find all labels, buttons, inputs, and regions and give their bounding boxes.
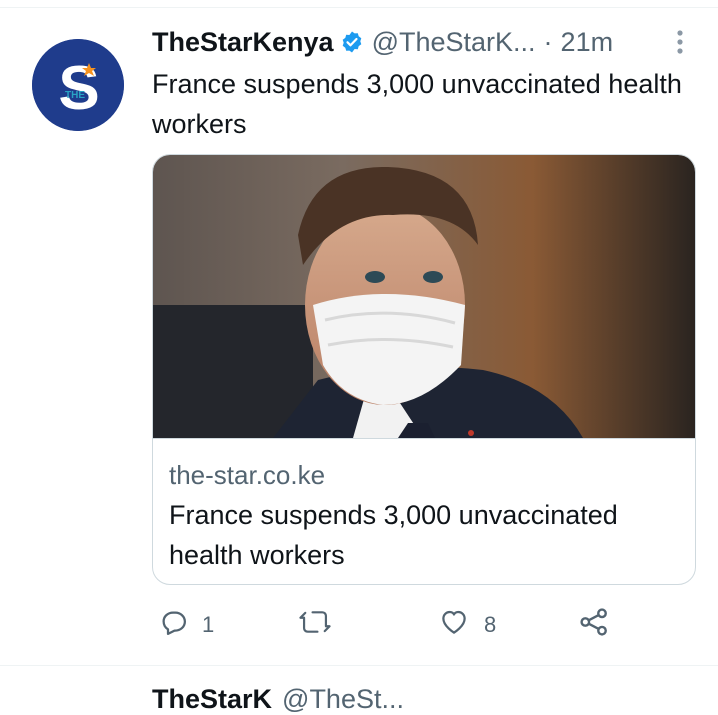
- retweet-button[interactable]: [298, 604, 346, 646]
- retweet-icon: [298, 607, 332, 643]
- share-button[interactable]: [578, 604, 610, 646]
- reply-button[interactable]: 1: [158, 604, 214, 646]
- avatar-letter: S: [58, 54, 99, 123]
- share-icon: [578, 606, 610, 644]
- tweet-divider: [0, 665, 718, 666]
- link-card[interactable]: the-star.co.ke France suspends 3,000 unv…: [152, 154, 696, 585]
- next-handle[interactable]: @TheSt...: [282, 684, 404, 714]
- avatar-small-text: THE: [65, 90, 85, 101]
- avatar-logo: S THE: [32, 39, 124, 131]
- verified-badge-icon: [340, 30, 364, 54]
- card-domain: the-star.co.ke: [169, 460, 326, 490]
- like-button[interactable]: 8: [438, 604, 496, 646]
- timestamp[interactable]: 21m: [561, 24, 614, 60]
- next-tweet-header[interactable]: TheStarK @TheSt...: [152, 684, 404, 715]
- reply-icon: [158, 607, 188, 643]
- handle[interactable]: @TheStarK...: [372, 24, 536, 60]
- card-image[interactable]: [153, 155, 695, 438]
- separator: ·: [543, 27, 553, 57]
- like-count: 8: [484, 612, 497, 637]
- more-vertical-icon[interactable]: [674, 28, 686, 61]
- action-bar: 1 8: [152, 604, 672, 646]
- top-divider: [0, 7, 718, 8]
- like-icon: [438, 607, 470, 643]
- card-body[interactable]: the-star.co.ke France suspends 3,000 unv…: [153, 438, 695, 570]
- card-title: France suspends 3,000 unvaccinated healt…: [169, 500, 618, 570]
- tweet-header: TheStarKenya @TheStarK... · 21m: [152, 24, 613, 60]
- display-name[interactable]: TheStarKenya: [152, 24, 334, 60]
- tweet-text: France suspends 3,000 unvaccinated healt…: [152, 69, 682, 139]
- avatar[interactable]: S THE: [32, 39, 124, 131]
- next-display-name[interactable]: TheStarK: [152, 684, 272, 714]
- reply-count: 1: [202, 612, 215, 637]
